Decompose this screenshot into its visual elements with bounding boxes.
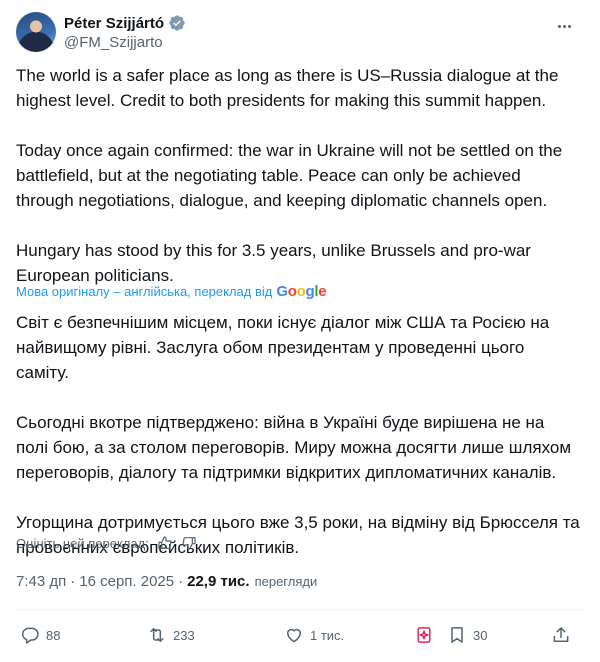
grok-icon	[417, 627, 431, 643]
rate-translation: Оцініть цей переклад:	[16, 535, 197, 551]
tweet: Péter Szijjártó @FM_Szijjarto The world …	[0, 0, 600, 662]
author-handle[interactable]: @FM_Szijjarto	[64, 34, 186, 51]
share-icon	[553, 627, 569, 642]
bookmark-icon	[451, 627, 463, 643]
views-count[interactable]: 22,9 тис.	[187, 573, 249, 590]
tweet-time[interactable]: 7:43 дп	[16, 573, 66, 590]
reply-icon	[21, 627, 39, 644]
like-icon	[287, 628, 301, 643]
translated-paragraph: Світ є безпечнішим місцем, поки існує ді…	[16, 313, 550, 382]
tweet-text: The world is a safer place as long as th…	[16, 63, 581, 288]
verified-badge-icon	[169, 15, 185, 31]
thumbs-up-icon[interactable]	[157, 535, 173, 551]
tweet-date[interactable]: 16 серп. 2025	[79, 573, 174, 590]
views-label: перегляди	[254, 574, 318, 589]
author-names: Péter Szijjártó @FM_Szijjarto	[64, 13, 186, 51]
repost-button[interactable]: 233	[147, 618, 195, 652]
grok-button[interactable]	[414, 618, 434, 652]
repost-icon	[150, 628, 164, 642]
share-button[interactable]	[551, 618, 571, 652]
display-name-row: Péter Szijjártó	[64, 13, 186, 33]
translated-text: Світ є безпечнішим місцем, поки існує ді…	[16, 310, 581, 560]
tweet-header: Péter Szijjártó @FM_Szijjarto	[16, 12, 576, 52]
like-count: 1 тис.	[310, 627, 345, 643]
more-icon[interactable]	[554, 16, 574, 36]
google-logo: Google	[276, 283, 327, 300]
divider	[16, 609, 584, 610]
tweet-paragraph: Hungary has stood by this for 3.5 years,…	[16, 241, 531, 285]
bookmark-count: 30	[473, 627, 488, 643]
thumbs-down-icon[interactable]	[181, 535, 197, 551]
tweet-paragraph: Today once again confirmed: the war in U…	[16, 141, 563, 210]
display-name[interactable]: Péter Szijjártó	[64, 15, 164, 32]
tweet-meta: 7:43 дп · 16 серп. 2025 · 22,9 тис. пере…	[16, 573, 317, 590]
avatar[interactable]	[16, 12, 56, 52]
bookmark-button[interactable]: 30	[447, 618, 487, 652]
translation-note-text: Мова оригіналу – англійська, переклад ві…	[16, 284, 273, 299]
reply-button[interactable]: 88	[20, 618, 60, 652]
translation-note[interactable]: Мова оригіналу – англійська, переклад ві…	[16, 283, 327, 300]
reply-count: 88	[46, 627, 61, 643]
meta-separator: ·	[70, 573, 76, 590]
tweet-paragraph: The world is a safer place as long as th…	[16, 66, 559, 110]
like-button[interactable]: 1 тис.	[284, 618, 344, 652]
meta-separator: ·	[178, 573, 184, 590]
rate-translation-label: Оцініть цей переклад:	[16, 535, 149, 551]
repost-count: 233	[173, 627, 195, 643]
action-bar: 88 233 1 тис. 30	[16, 618, 584, 652]
translated-paragraph: Сьогодні вкотре підтверджено: війна в Ук…	[16, 413, 572, 482]
